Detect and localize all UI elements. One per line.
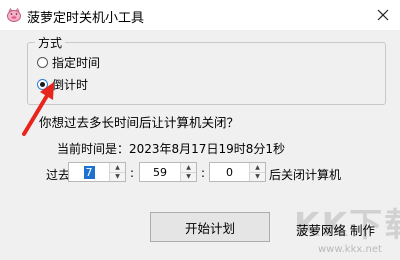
- minutes-up-arrow-icon[interactable]: ▲: [181, 163, 196, 172]
- minutes-spinbox[interactable]: 59 ▲ ▼: [139, 162, 197, 182]
- window-title: 菠萝定时关机小工具: [27, 11, 145, 26]
- seconds-down-arrow-icon[interactable]: ▼: [250, 171, 265, 181]
- hours-value[interactable]: 7: [69, 163, 109, 181]
- mode-groupbox: [27, 42, 386, 105]
- start-plan-button[interactable]: 开始计划: [150, 212, 270, 242]
- shutdown-suffix-label: 后关闭计算机: [269, 168, 342, 182]
- hours-down-arrow-icon[interactable]: ▼: [110, 171, 125, 181]
- countdown-question: 你想过去多长时间后让计算机关闭？: [39, 115, 240, 130]
- close-button[interactable]: [366, 0, 400, 30]
- close-icon: [377, 9, 389, 21]
- minutes-value[interactable]: 59: [140, 163, 180, 181]
- radio-specified-time[interactable]: 指定时间: [37, 54, 100, 71]
- elapsed-prefix-label: 过去: [46, 168, 71, 182]
- radio-specified-time-label: 指定时间: [52, 56, 101, 70]
- seconds-value[interactable]: 0: [210, 163, 249, 181]
- radio-circle[interactable]: [37, 57, 48, 68]
- seconds-spinbox[interactable]: 0 ▲ ▼: [209, 162, 266, 182]
- pig-app-icon: [7, 7, 21, 22]
- hours-up-arrow-icon[interactable]: ▲: [110, 163, 125, 172]
- hours-spinbox[interactable]: 7 ▲ ▼: [68, 162, 126, 182]
- app-window: 菠萝定时关机小工具 方式 指定时间 倒计时 你想过去多长时间后让计算机关闭？ 当…: [0, 0, 400, 260]
- watermark-url: www.kkx.net: [318, 244, 382, 255]
- current-time-label: 当前时间是：2023年8月17日19时8分1秒: [57, 142, 285, 156]
- hours-minutes-separator: :: [130, 166, 135, 180]
- title-bar[interactable]: 菠萝定时关机小工具: [0, 0, 400, 30]
- seconds-up-arrow-icon[interactable]: ▲: [250, 163, 265, 172]
- minutes-down-arrow-icon[interactable]: ▼: [181, 171, 196, 181]
- credit-label: 菠萝网络 制作: [296, 223, 375, 238]
- mode-group-legend: 方式: [35, 34, 66, 51]
- minutes-seconds-separator: :: [201, 166, 206, 180]
